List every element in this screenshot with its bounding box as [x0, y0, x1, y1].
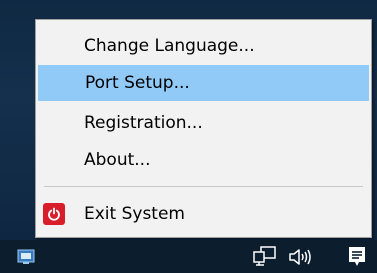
power-icon	[43, 203, 65, 225]
menu-item-port-setup[interactable]: Port Setup...	[38, 65, 369, 101]
menu-item-label: Registration...	[84, 113, 203, 133]
menu-item-about[interactable]: About...	[38, 142, 369, 178]
menu-separator	[44, 186, 363, 187]
tray-context-menu: Change Language... Port Setup... Registr…	[35, 19, 372, 238]
menu-item-label: Port Setup...	[85, 73, 190, 93]
app-tray-icon[interactable]	[12, 240, 40, 273]
volume-icon[interactable]	[284, 240, 318, 273]
notification-icon[interactable]	[340, 240, 374, 273]
menu-item-exit-system[interactable]: Exit System	[38, 196, 369, 232]
menu-item-label: Exit System	[84, 204, 185, 224]
menu-item-label: Change Language...	[84, 36, 255, 56]
network-icon[interactable]	[248, 240, 282, 273]
menu-item-change-language[interactable]: Change Language...	[38, 28, 369, 64]
menu-item-label: About...	[84, 150, 151, 170]
menu-item-registration[interactable]: Registration...	[38, 105, 369, 141]
taskbar	[0, 240, 377, 273]
